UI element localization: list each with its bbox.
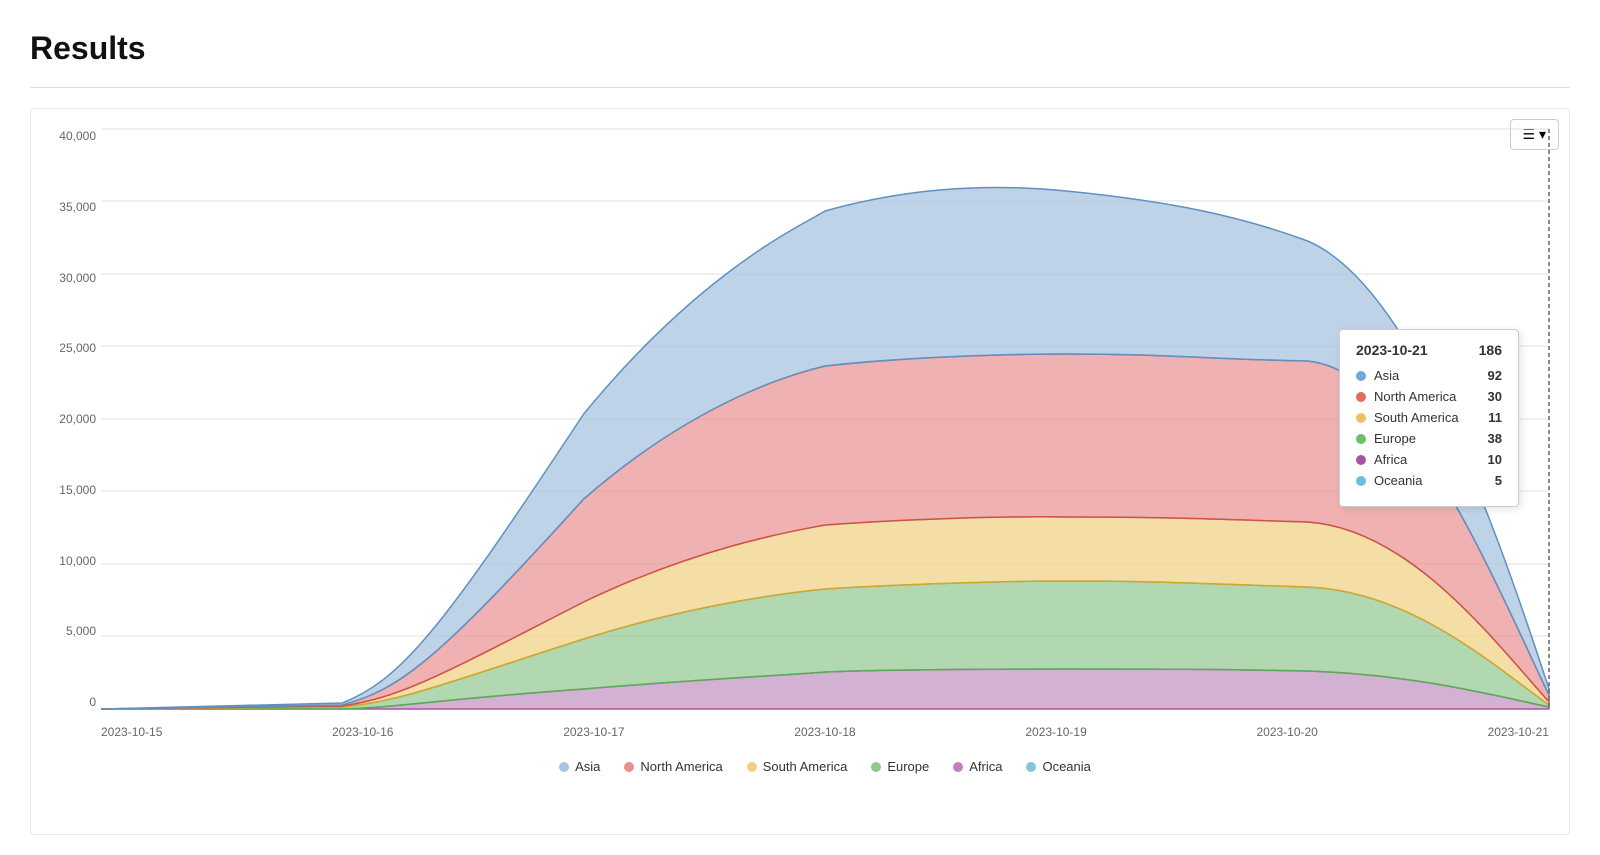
- x-label-1021: 2023-10-21: [1488, 725, 1549, 739]
- northamerica-dot: [1356, 392, 1366, 402]
- tooltip-region-africa: Africa: [1374, 452, 1407, 467]
- divider: [30, 87, 1570, 88]
- y-label-40k: 40,000: [41, 129, 96, 143]
- page: Results ☰ ▾ 0 5,000 10,000 15,000 20,000…: [0, 0, 1600, 855]
- chart-wrapper: ☰ ▾ 0 5,000 10,000 15,000 20,000 25,000 …: [30, 108, 1570, 835]
- tooltip-value-africa: 10: [1488, 452, 1502, 467]
- tooltip-total: 186: [1479, 342, 1502, 358]
- y-label-35k: 35,000: [41, 200, 96, 214]
- chart-container: ☰ ▾ 0 5,000 10,000 15,000 20,000 25,000 …: [30, 108, 1570, 835]
- x-label-1020: 2023-10-20: [1256, 725, 1317, 739]
- europe-dot: [1356, 434, 1366, 444]
- tooltip-label-oceania: Oceania: [1356, 473, 1495, 488]
- legend-label-northamerica: North America: [640, 759, 722, 774]
- southamerica-dot: [1356, 413, 1366, 423]
- tooltip-date: 2023-10-21: [1356, 342, 1428, 358]
- tooltip-row-africa: Africa 10: [1356, 452, 1502, 467]
- tooltip-region-europe: Europe: [1374, 431, 1416, 446]
- chart-area: 0 5,000 10,000 15,000 20,000 25,000 30,0…: [101, 129, 1549, 709]
- legend-dot-oceania: [1026, 762, 1036, 772]
- tooltip-value-asia: 92: [1488, 368, 1502, 383]
- tooltip-value-northamerica: 30: [1488, 389, 1502, 404]
- tooltip-region-southamerica: South America: [1374, 410, 1459, 425]
- y-label-10k: 10,000: [41, 554, 96, 568]
- tooltip: 2023-10-21 186 Asia 92 North Americ: [1339, 329, 1519, 507]
- legend-dot-southamerica: [747, 762, 757, 772]
- tooltip-row-northamerica: North America 30: [1356, 389, 1502, 404]
- tooltip-value-oceania: 5: [1495, 473, 1502, 488]
- y-label-25k: 25,000: [41, 341, 96, 355]
- x-label-1018: 2023-10-18: [794, 725, 855, 739]
- legend-label-africa: Africa: [969, 759, 1002, 774]
- legend-item-africa: Africa: [953, 759, 1002, 774]
- y-label-15k: 15,000: [41, 483, 96, 497]
- tooltip-row-europe: Europe 38: [1356, 431, 1502, 446]
- tooltip-label-northamerica: North America: [1356, 389, 1488, 404]
- legend-dot-africa: [953, 762, 963, 772]
- x-axis: 2023-10-15 2023-10-16 2023-10-17 2023-10…: [101, 725, 1549, 739]
- legend-item-northamerica: North America: [624, 759, 722, 774]
- tooltip-label-africa: Africa: [1356, 452, 1488, 467]
- tooltip-value-europe: 38: [1488, 431, 1502, 446]
- tooltip-label-asia: Asia: [1356, 368, 1488, 383]
- legend-item-europe: Europe: [871, 759, 929, 774]
- x-label-1016: 2023-10-16: [332, 725, 393, 739]
- tooltip-header: 2023-10-21 186: [1356, 342, 1502, 358]
- legend-item-oceania: Oceania: [1026, 759, 1090, 774]
- oceania-dot: [1356, 476, 1366, 486]
- y-label-0: 0: [41, 695, 96, 709]
- x-label-1015: 2023-10-15: [101, 725, 162, 739]
- tooltip-label-southamerica: South America: [1356, 410, 1488, 425]
- chart-legend: Asia North America South America Europe …: [101, 759, 1549, 774]
- tooltip-region-northamerica: North America: [1374, 389, 1456, 404]
- legend-dot-northamerica: [624, 762, 634, 772]
- legend-label-oceania: Oceania: [1042, 759, 1090, 774]
- legend-label-southamerica: South America: [763, 759, 848, 774]
- y-label-5k: 5,000: [41, 624, 96, 638]
- chart-svg: [101, 129, 1549, 709]
- tooltip-value-southamerica: 11: [1488, 410, 1502, 425]
- tooltip-row-asia: Asia 92: [1356, 368, 1502, 383]
- tooltip-region-asia: Asia: [1374, 368, 1399, 383]
- legend-label-asia: Asia: [575, 759, 600, 774]
- tooltip-row-oceania: Oceania 5: [1356, 473, 1502, 488]
- y-label-30k: 30,000: [41, 271, 96, 285]
- y-axis: 0 5,000 10,000 15,000 20,000 25,000 30,0…: [41, 129, 96, 709]
- legend-label-europe: Europe: [887, 759, 929, 774]
- tooltip-region-oceania: Oceania: [1374, 473, 1422, 488]
- legend-dot-asia: [559, 762, 569, 772]
- asia-dot: [1356, 371, 1366, 381]
- legend-item-asia: Asia: [559, 759, 600, 774]
- x-label-1017: 2023-10-17: [563, 725, 624, 739]
- tooltip-row-southamerica: South America 11: [1356, 410, 1502, 425]
- africa-dot: [1356, 455, 1366, 465]
- y-label-20k: 20,000: [41, 412, 96, 426]
- x-label-1019: 2023-10-19: [1025, 725, 1086, 739]
- tooltip-label-europe: Europe: [1356, 431, 1488, 446]
- page-title: Results: [30, 30, 1570, 67]
- legend-item-southamerica: South America: [747, 759, 848, 774]
- legend-dot-europe: [871, 762, 881, 772]
